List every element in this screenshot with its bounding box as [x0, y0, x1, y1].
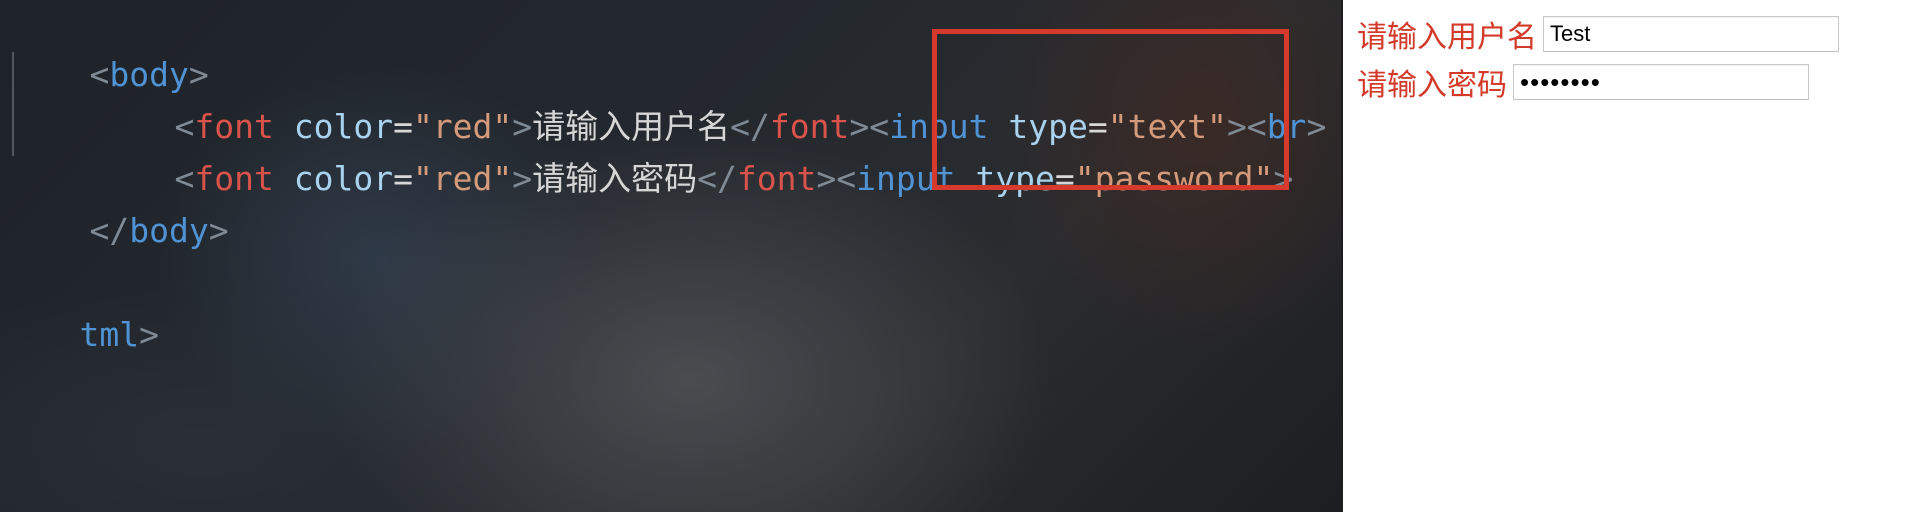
password-row: 请输入密码 ••••••••	[1357, 60, 1809, 104]
body-close-tag: body	[129, 211, 209, 250]
code-editor: <body> <font color="red">请输入用户名</font><i…	[0, 0, 1341, 512]
code-line-body-close: </body>	[89, 211, 229, 250]
code-line-html-close: tml>	[79, 315, 159, 354]
html-close-tag: tml	[79, 315, 140, 354]
code-label-password: 请输入密码	[532, 159, 698, 198]
username-input[interactable]: Test	[1543, 16, 1839, 52]
color-value: "red"	[412, 159, 513, 198]
font-close-tag: font	[736, 159, 817, 198]
password-input[interactable]: ••••••••	[1513, 64, 1809, 100]
highlight-box	[932, 29, 1289, 190]
color-attr: color	[293, 159, 394, 198]
browser-preview: 请输入用户名 Test 请输入密码 ••••••••	[1343, 0, 1910, 512]
username-label: 请输入用户名	[1357, 20, 1537, 55]
username-row: 请输入用户名 Test	[1357, 12, 1839, 56]
password-label: 请输入密码	[1357, 68, 1507, 103]
code-line-body-open: <body>	[89, 55, 209, 94]
